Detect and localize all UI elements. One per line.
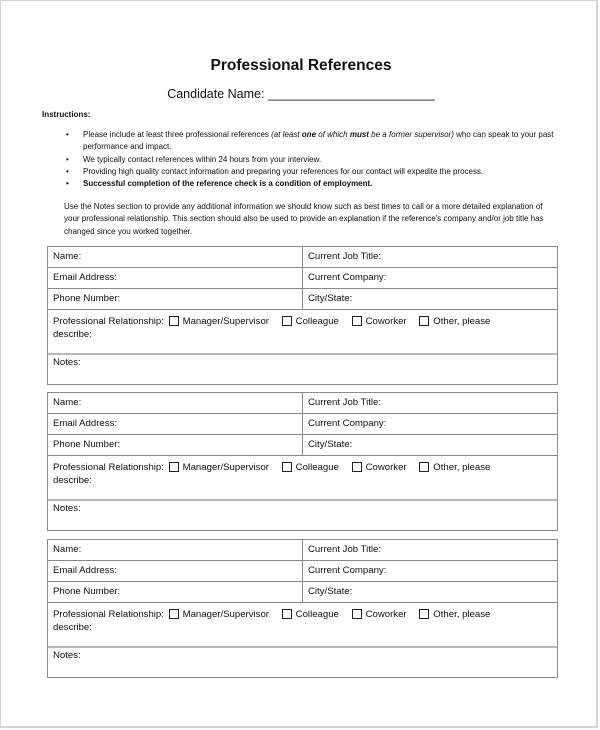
notes-field[interactable]: Notes: [48,501,557,530]
name-field[interactable]: Name: [48,393,303,413]
relationship-label: Professional Relationship: [53,316,164,327]
candidate-name-field[interactable]: Candidate Name: ________________________ [1,87,600,101]
other-checkbox[interactable] [419,316,430,326]
table-row: Name: Current Job Title: [48,540,557,561]
colleague-checkbox[interactable] [281,316,292,326]
table-row: Phone Number: City/State: [48,289,557,310]
relationship-label: Professional Relationship: [53,609,164,620]
coworker-option-label: Coworker [365,609,407,620]
notes-label: Notes: [53,650,81,661]
company-field[interactable]: Current Company: [303,561,557,581]
phone-field[interactable]: Phone Number: [48,435,303,455]
table-row: Phone Number: City/State: [48,435,557,456]
table-row: Name: Current Job Title: [48,247,557,268]
relationship-row: Professional Relationship: Manager/Super… [48,456,557,501]
relationship-label: Professional Relationship: [53,462,164,473]
reference-block: Name: Current Job Title: Email Address: … [47,246,558,385]
coworker-checkbox[interactable] [351,462,362,472]
company-field[interactable]: Current Company: [303,414,557,434]
coworker-option-label: Coworker [365,316,407,327]
coworker-checkbox[interactable] [351,609,362,619]
manager-option-label: Manager/Supervisor [182,462,269,473]
notes-field[interactable]: Notes: [48,648,557,677]
email-field[interactable]: Email Address: [48,561,303,581]
instructions-heading: Instructions: [42,110,91,119]
other-checkbox[interactable] [419,462,430,472]
relationship-row: Professional Relationship: Manager/Super… [48,310,557,355]
manager-checkbox[interactable] [168,316,179,326]
notes-instructions: Use the Notes section to provide any add… [64,202,544,236]
email-field[interactable]: Email Address: [48,414,303,434]
job-title-field[interactable]: Current Job Title: [303,393,557,413]
other-checkbox[interactable] [419,609,430,619]
notes-label: Notes: [53,503,81,514]
table-row: Email Address: Current Company: [48,268,557,289]
other-option-label: Other, please [433,609,491,620]
document-page: Professional References Candidate Name: … [0,0,598,728]
email-field[interactable]: Email Address: [48,268,303,288]
reference-block: Name: Current Job Title: Email Address: … [47,392,558,531]
instruction-item: • Please include at least three professi… [66,130,554,152]
manager-option-label: Manager/Supervisor [182,316,269,327]
notes-label: Notes: [53,357,81,368]
table-row: Name: Current Job Title: [48,393,557,414]
colleague-checkbox[interactable] [281,462,292,472]
name-field[interactable]: Name: [48,247,303,267]
relationship-row: Professional Relationship: Manager/Super… [48,603,557,648]
bullet-icon: • [66,130,69,139]
table-row: Email Address: Current Company: [48,561,557,582]
table-row: Phone Number: City/State: [48,582,557,603]
manager-option-label: Manager/Supervisor [182,609,269,620]
describe-field[interactable]: describe: [53,622,92,633]
instruction-item: • Providing high quality contact informa… [66,166,566,178]
job-title-field[interactable]: Current Job Title: [303,540,557,560]
bullet-icon: • [66,166,69,176]
colleague-option-label: Colleague [295,609,339,620]
colleague-checkbox[interactable] [281,609,292,619]
other-option-label: Other, please [433,316,491,327]
city-state-field[interactable]: City/State: [303,289,557,309]
city-state-field[interactable]: City/State: [303,582,557,602]
instructions-list: • Please include at least three professi… [66,129,566,190]
table-row: Email Address: Current Company: [48,414,557,435]
phone-field[interactable]: Phone Number: [48,582,303,602]
bullet-icon: • [66,154,69,164]
manager-checkbox[interactable] [168,462,179,472]
other-option-label: Other, please [433,462,491,473]
page-title: Professional References [210,57,392,74]
coworker-checkbox[interactable] [351,316,362,326]
reference-block: Name: Current Job Title: Email Address: … [47,539,558,678]
coworker-option-label: Coworker [365,462,407,473]
phone-field[interactable]: Phone Number: [48,289,303,309]
colleague-option-label: Colleague [295,316,339,327]
instruction-item: • We typically contact references within… [66,154,566,166]
job-title-field[interactable]: Current Job Title: [303,247,557,267]
manager-checkbox[interactable] [168,609,179,619]
notes-field[interactable]: Notes: [48,355,557,384]
instruction-item: • Successful completion of the reference… [66,178,566,190]
company-field[interactable]: Current Company: [303,268,557,288]
bullet-icon: • [66,179,69,189]
colleague-option-label: Colleague [295,462,339,473]
name-field[interactable]: Name: [48,540,303,560]
describe-field[interactable]: describe: [53,475,92,486]
city-state-field[interactable]: City/State: [303,435,557,455]
describe-field[interactable]: describe: [53,329,92,340]
